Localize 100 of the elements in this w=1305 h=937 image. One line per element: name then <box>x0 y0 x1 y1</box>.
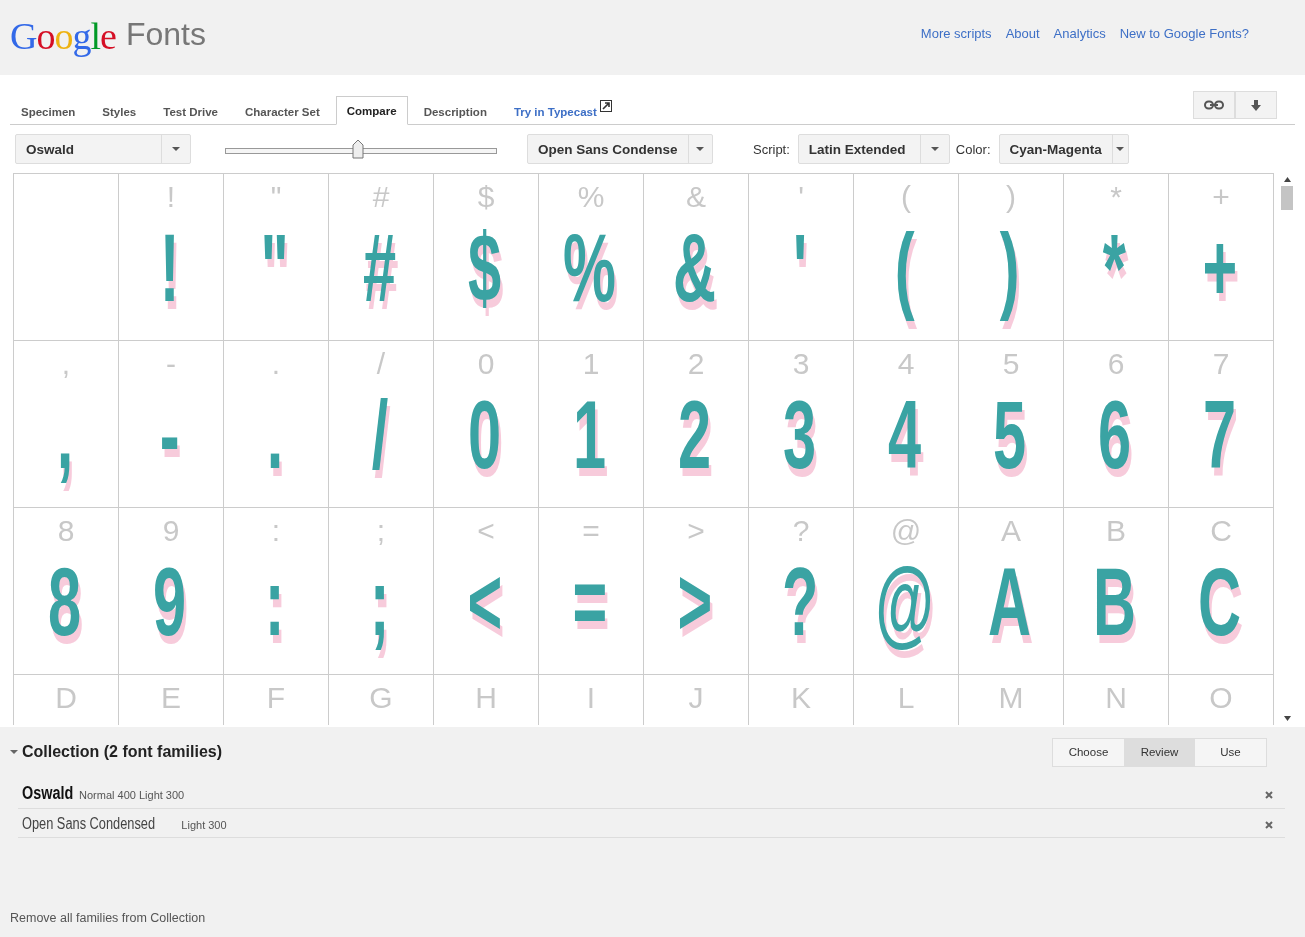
script-select[interactable]: Latin Extended <box>797 134 950 164</box>
glyph-preview: # <box>363 213 398 323</box>
glyph-label: & <box>686 182 706 212</box>
glyph-preview: 3 <box>783 380 818 490</box>
glyph-preview: " <box>260 213 290 323</box>
glyph-label: , <box>61 349 71 379</box>
tab[interactable]: Test Drive <box>152 97 229 125</box>
glyph-preview: $ <box>468 213 503 323</box>
close-icon[interactable] <box>1265 821 1273 829</box>
collapse-caret-icon[interactable] <box>10 750 18 754</box>
scroll-down-icon[interactable] <box>1283 716 1291 721</box>
glyph-label: ; <box>376 516 386 546</box>
glyph-label: ! <box>166 182 176 212</box>
header-link[interactable]: About <box>1005 26 1040 41</box>
link-icon <box>1204 100 1224 110</box>
glyph-preview: = <box>572 547 609 657</box>
tab[interactable]: Styles <box>91 97 148 125</box>
glyph-label: > <box>687 516 705 546</box>
glyph-preview: ! <box>159 213 181 323</box>
glyph-preview: % <box>563 213 618 323</box>
product-name: Fonts <box>125 16 206 53</box>
family-styles: Light 300 <box>181 819 227 831</box>
tab[interactable]: Compare <box>335 96 408 125</box>
glyph-preview: , <box>56 380 74 490</box>
glyph-preview: / <box>371 380 389 490</box>
collection-title: Collection (2 font families) <box>22 743 222 761</box>
script-label: Script: <box>753 141 790 157</box>
header-link[interactable]: New to Google Fonts? <box>1119 26 1249 41</box>
glyph-preview: ' <box>792 213 808 323</box>
glyph-preview: > <box>677 547 714 657</box>
glyph-preview: @ <box>875 547 935 657</box>
glyph-preview: ? <box>781 547 819 657</box>
glyph-preview: 8 <box>48 547 83 657</box>
tab[interactable]: Specimen <box>10 97 87 125</box>
family-name: Open Sans Condensed <box>22 815 156 833</box>
glyph-label: ) <box>1006 182 1016 212</box>
glyph-preview: 4 <box>888 380 923 490</box>
glyph-label: ( <box>901 182 911 212</box>
glyph-preview: 7 <box>1203 380 1238 490</box>
scrollbar-thumb[interactable] <box>1281 186 1293 210</box>
glyph-preview: ; <box>369 547 391 657</box>
glyph-preview: 5 <box>993 380 1028 490</box>
download-button[interactable] <box>1235 91 1277 119</box>
step-button[interactable]: Review <box>1124 738 1195 766</box>
caret-icon <box>696 147 705 151</box>
glyph-preview: C <box>1198 547 1243 657</box>
glyph-label: ' <box>798 182 804 212</box>
glyph-label: % <box>577 182 605 212</box>
glyph-preview: * <box>1103 213 1128 323</box>
tab[interactable]: Character Set <box>234 97 331 125</box>
glyph-label: . <box>271 349 281 379</box>
glyph-label: @ <box>890 516 922 546</box>
glyph-label: $ <box>477 182 495 212</box>
google-logo: Google <box>10 13 116 58</box>
header-link[interactable]: More scripts <box>920 26 992 41</box>
glyph-label: : <box>271 516 281 546</box>
glyph-label: " <box>270 182 282 212</box>
glyph-label: - <box>166 349 176 379</box>
scroll-up-icon[interactable] <box>1283 177 1291 182</box>
glyph-preview: < <box>467 547 504 657</box>
glyph-preview: + <box>1202 213 1239 323</box>
external-link-icon <box>599 100 612 112</box>
header-link[interactable]: Analytics <box>1053 26 1106 41</box>
glyph-preview: 0 <box>468 380 503 490</box>
color-label: Color: <box>955 141 991 157</box>
tab[interactable]: Description <box>412 97 498 125</box>
glyph-label: + <box>1212 182 1230 212</box>
slider-thumb[interactable] <box>352 139 365 159</box>
link-button[interactable] <box>1193 91 1235 119</box>
glyph-preview: 2 <box>678 380 713 490</box>
typecast-link[interactable]: Try in Typecast <box>502 97 598 125</box>
glyph-label: < <box>477 516 495 546</box>
glyph-label: # <box>372 182 390 212</box>
family-name: Oswald <box>22 783 74 804</box>
color-select[interactable]: Cyan-Magenta <box>998 134 1129 164</box>
glyph-preview: ( <box>894 213 916 323</box>
glyph-preview: - <box>159 380 181 490</box>
size-slider[interactable] <box>225 139 497 159</box>
glyph-preview: : <box>264 547 286 657</box>
glyph-label: ? <box>792 516 810 546</box>
glyph-preview: & <box>673 213 718 323</box>
glyph-preview: B <box>1093 547 1138 657</box>
font-select[interactable]: Oswald <box>15 134 191 164</box>
family-styles: Normal 400 Light 300 <box>79 789 185 801</box>
font-select[interactable]: Open Sans Condense <box>527 134 713 164</box>
caret-icon <box>930 147 939 151</box>
glyph-preview: 1 <box>573 380 608 490</box>
download-arrow-icon <box>1251 99 1261 111</box>
glyph-label: / <box>376 349 386 379</box>
close-icon[interactable] <box>1265 791 1273 799</box>
remove-all-link[interactable]: Remove all families from Collection <box>10 911 1295 925</box>
glyph-label: = <box>582 516 600 546</box>
caret-icon <box>172 147 180 151</box>
glyph-preview: A <box>988 547 1033 657</box>
glyph-label: * <box>1110 182 1122 212</box>
step-button[interactable]: Use <box>1195 738 1266 766</box>
step-button[interactable]: Choose <box>1053 738 1124 766</box>
glyph-preview: ) <box>999 213 1021 323</box>
glyph-preview: . <box>266 380 284 490</box>
caret-icon <box>1116 147 1125 151</box>
